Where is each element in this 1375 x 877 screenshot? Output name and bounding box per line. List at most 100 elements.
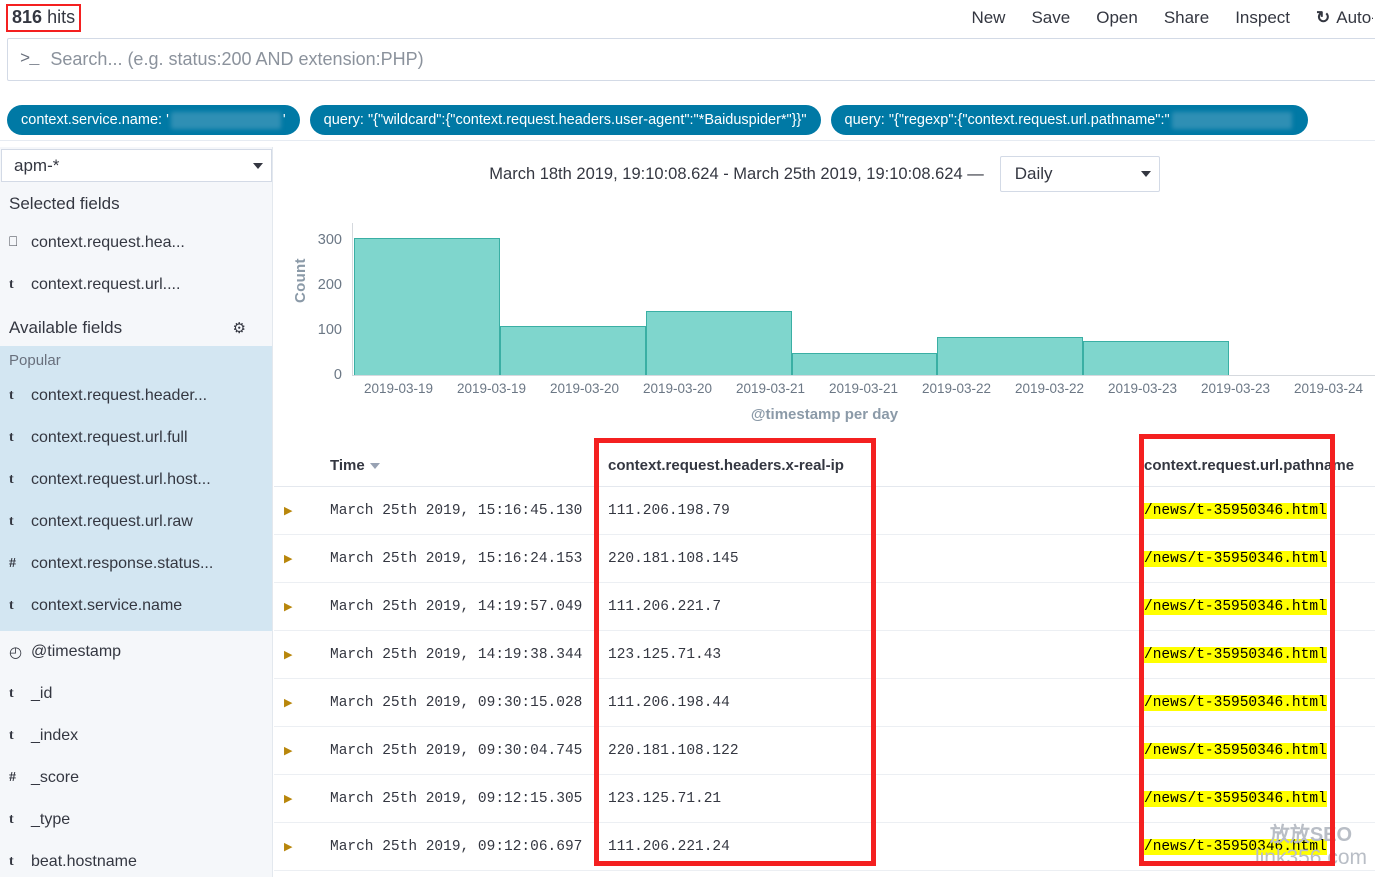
table-row[interactable]: ▶ March 25th 2019, 09:12:06.697 111.206.22…	[274, 822, 1375, 871]
expand-row-icon[interactable]: ▶	[284, 602, 292, 614]
screen-type-icon: ⎕	[9, 235, 18, 250]
column-header-x-real-ip-label: context.request.headers.x-real-ip	[608, 457, 844, 474]
string-type-icon: t	[9, 854, 14, 869]
field-item-popular-4[interactable]: # context.response.status...	[0, 543, 272, 585]
highlighted-match: /news/t-35950346.html	[1144, 694, 1327, 711]
y-axis-ticks: 0 100 200 300	[294, 203, 342, 383]
nav-new-button[interactable]: New	[958, 8, 1018, 28]
column-header-time[interactable]: Time	[320, 441, 598, 487]
field-name: context.service.name	[31, 597, 183, 614]
index-pattern-select[interactable]: apm-*	[1, 149, 272, 182]
expand-row-icon[interactable]: ▶	[284, 794, 292, 806]
cell-pathname: /news/t-35950346.html	[1134, 774, 1375, 823]
table-header-row: Time context.request.headers.x-real-ip c…	[274, 441, 1375, 487]
cell-x-real-ip: 111.206.221.7	[598, 582, 880, 631]
column-header-blank	[880, 441, 1134, 487]
field-item-popular-2[interactable]: t context.request.url.host...	[0, 459, 272, 501]
histogram-bar[interactable]	[791, 352, 938, 375]
histogram-bar[interactable]	[645, 310, 792, 375]
number-type-icon: #	[9, 556, 16, 571]
histogram-bar[interactable]	[937, 336, 1084, 375]
expand-row-icon[interactable]: ▶	[284, 554, 292, 566]
field-item-popular-3[interactable]: t context.request.url.raw	[0, 501, 272, 543]
y-tick-0: 0	[333, 367, 342, 383]
histogram-bar[interactable]	[354, 237, 500, 375]
nav-inspect-button[interactable]: Inspect	[1222, 8, 1303, 28]
row-expand-cell[interactable]: ▶	[274, 774, 320, 823]
search-input[interactable]	[48, 39, 1375, 80]
field-item-beat-hostname[interactable]: t beat.hostname	[0, 841, 272, 877]
cell-blank	[880, 582, 1134, 631]
field-name: context.request.url.host...	[31, 471, 211, 488]
field-item-popular-5[interactable]: t context.service.name	[0, 585, 272, 627]
expand-row-icon[interactable]: ▶	[284, 842, 292, 854]
row-expand-cell[interactable]: ▶	[274, 822, 320, 871]
nav-share-button[interactable]: Share	[1151, 8, 1222, 28]
histogram-bar[interactable]	[1083, 340, 1230, 375]
cell-time: March 25th 2019, 14:19:38.344	[320, 630, 598, 679]
row-expand-cell[interactable]: ▶	[274, 726, 320, 775]
table-row[interactable]: ▶ March 25th 2019, 09:12:15.305 123.125.71…	[274, 774, 1375, 823]
field-item-context-request-url[interactable]: t context.request.url....	[0, 264, 272, 306]
x-tick-label: 2019-03-21	[828, 381, 899, 396]
column-header-x-real-ip[interactable]: context.request.headers.x-real-ip	[598, 441, 880, 487]
table-row[interactable]: ▶ March 25th 2019, 09:30:15.028 111.206.19…	[274, 678, 1375, 727]
y-tick-100: 100	[317, 322, 342, 338]
table-row[interactable]: ▶ March 25th 2019, 09:30:04.745 220.181.10…	[274, 726, 1375, 775]
popular-label: Popular	[9, 352, 61, 369]
expand-row-icon[interactable]: ▶	[284, 746, 292, 758]
cell-blank	[880, 822, 1134, 871]
divider	[0, 140, 1375, 141]
row-expand-cell[interactable]: ▶	[274, 630, 320, 679]
highlighted-match: /news/t-35950346.html	[1144, 598, 1327, 615]
table-row[interactable]: ▶ March 25th 2019, 15:16:45.130 111.206.19…	[274, 486, 1375, 535]
available-fields-title: Available fields	[9, 318, 123, 337]
x-tick-label: 2019-03-23	[1107, 381, 1178, 396]
sort-descending-icon[interactable]	[369, 463, 380, 470]
filter-pill-user-agent-wildcard[interactable]: query: "{"wildcard":{"context.request.he…	[309, 105, 821, 135]
main-content: March 18th 2019, 19:10:08.624 - March 25…	[274, 147, 1375, 877]
nav-open-button[interactable]: Open	[1083, 8, 1151, 28]
field-item-id[interactable]: t _id	[0, 673, 272, 715]
histogram-bar[interactable]	[499, 325, 646, 375]
gear-icon[interactable]: ⚙	[233, 319, 246, 337]
field-item-context-request-headers[interactable]: ⎕ context.request.hea...	[0, 222, 272, 264]
filter-pill-service-name[interactable]: context.service.name: ' '	[7, 105, 300, 135]
row-expand-cell[interactable]: ▶	[274, 582, 320, 631]
table-row[interactable]: ▶ March 25th 2019, 14:19:38.344 123.125.71…	[274, 630, 1375, 679]
cell-x-real-ip: 220.181.108.122	[598, 726, 880, 775]
highlighted-match: /news/t-35950346.html	[1144, 790, 1327, 807]
nav-save-button[interactable]: Save	[1018, 8, 1083, 28]
column-header-pathname[interactable]: context.request.url.pathname	[1134, 441, 1375, 487]
interval-select[interactable]: Daily	[999, 156, 1160, 192]
filter-pill-pathname-regexp[interactable]: query: "{"regexp":{"context.request.url.…	[830, 105, 1308, 135]
row-expand-cell[interactable]: ▶	[274, 534, 320, 583]
row-expand-cell[interactable]: ▶	[274, 486, 320, 535]
table-head: Time context.request.headers.x-real-ip c…	[274, 441, 1375, 487]
field-item-timestamp[interactable]: ◴ @timestamp	[0, 631, 272, 673]
string-type-icon: t	[9, 277, 14, 292]
table-row[interactable]: ▶ March 25th 2019, 15:16:24.153 220.181.10…	[274, 534, 1375, 583]
query-bar[interactable]: >_	[7, 38, 1375, 81]
field-item-popular-1[interactable]: t context.request.url.full	[0, 417, 272, 459]
highlighted-match: /news/t-35950346.html	[1144, 550, 1327, 567]
index-pattern-label: apm-*	[14, 155, 60, 175]
string-type-icon: t	[9, 430, 14, 445]
field-name: _type	[31, 811, 71, 828]
row-expand-cell[interactable]: ▶	[274, 678, 320, 727]
field-item-popular-0[interactable]: t context.request.header...	[0, 375, 272, 417]
field-item-score[interactable]: # _score	[0, 757, 272, 799]
expand-row-icon[interactable]: ▶	[284, 698, 292, 710]
console-prompt-icon: >_	[20, 50, 39, 69]
nav-auto-refresh-button[interactable]: ↻ Auto-	[1303, 8, 1373, 28]
string-type-icon: t	[9, 686, 14, 701]
documents-table: Time context.request.headers.x-real-ip c…	[274, 441, 1375, 871]
field-item-index[interactable]: t _index	[0, 715, 272, 757]
expand-row-icon[interactable]: ▶	[284, 650, 292, 662]
time-header: March 18th 2019, 19:10:08.624 - March 25…	[274, 147, 1375, 195]
table-row[interactable]: ▶ March 25th 2019, 14:19:57.049 111.206.22…	[274, 582, 1375, 631]
interval-label: Daily	[1014, 164, 1053, 183]
field-item-type[interactable]: t _type	[0, 799, 272, 841]
chevron-down-icon	[253, 162, 263, 169]
expand-row-icon[interactable]: ▶	[284, 506, 292, 518]
